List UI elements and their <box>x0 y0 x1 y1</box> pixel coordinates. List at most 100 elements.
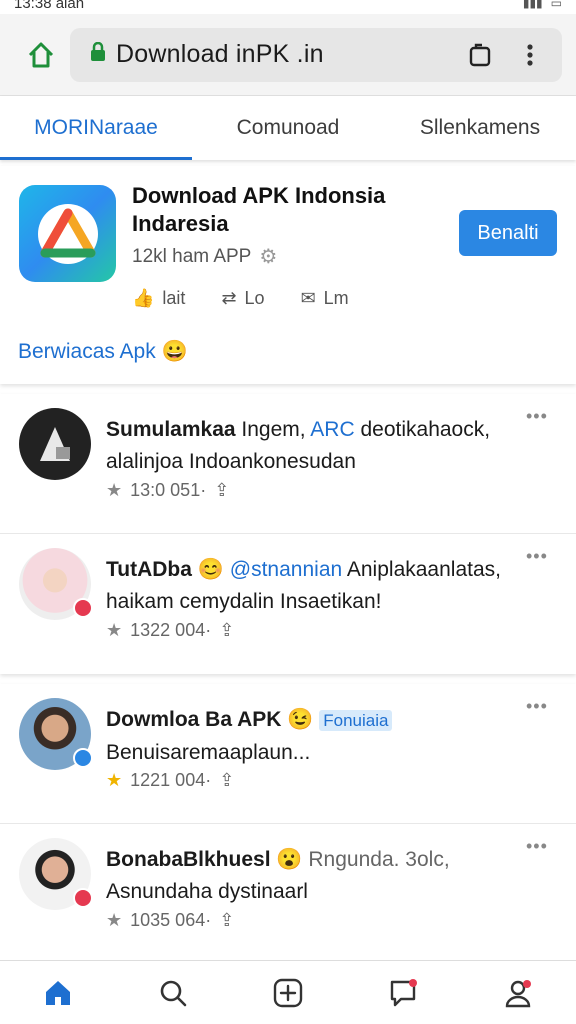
post-rest: Asnundaha dystinaarl <box>106 880 308 903</box>
home-icon <box>45 980 70 1005</box>
tab-2[interactable]: Sllenkamens <box>384 96 576 160</box>
more-options-button[interactable]: ••• <box>526 836 548 857</box>
post-item[interactable]: TutADba 😊 @stnannian Aniplakaanlatas, ha… <box>0 534 576 674</box>
post-group: Sumulamkaa Ingem, ARC deotikahaock, alal… <box>0 394 576 674</box>
tabs-button[interactable] <box>460 35 500 75</box>
post-tag[interactable]: Fonuiaia <box>319 710 393 731</box>
post-grey-text: Rngunda. 3olc, <box>308 848 450 871</box>
post-stats-text: 1035 064· <box>130 910 212 930</box>
post-text: Dowmloa Ba APK 😉 Fonuiaia Benuisaremaapl… <box>106 704 526 769</box>
post-stats-text: 13:0 051· <box>130 480 207 500</box>
nav-messages[interactable] <box>373 963 433 1023</box>
post-stats: ★ 1322 004· ⇪ <box>106 620 234 641</box>
more-options-button[interactable]: ••• <box>526 696 548 717</box>
browser-toolbar: Download inPK .in <box>0 14 576 96</box>
status-icons: ▮▮▮ ▭ <box>523 0 562 10</box>
avatar[interactable] <box>19 548 93 620</box>
nav-search[interactable] <box>143 963 203 1023</box>
post-stats-text: 1221 004· <box>130 770 212 790</box>
mail-icon: ✉ <box>300 288 316 308</box>
profile-icon <box>506 979 532 1007</box>
more-vertical-icon <box>527 43 533 66</box>
share-icon[interactable]: ⇪ <box>214 480 229 501</box>
signal-icon: ▮▮▮ <box>522 0 543 10</box>
gear-icon: ⚙ <box>259 246 278 268</box>
post-link[interactable]: ARC <box>310 418 354 441</box>
post-link[interactable]: @stnannian <box>230 558 342 581</box>
more-options-button[interactable]: ••• <box>526 406 548 427</box>
verified-badge-icon <box>73 598 93 618</box>
like-action[interactable]: 👍 lait <box>132 288 185 309</box>
add-icon <box>273 978 303 1007</box>
post-stats: ★ 1035 064· ⇪ <box>106 910 234 931</box>
share-icon[interactable]: ⇪ <box>219 770 234 791</box>
share-icon[interactable]: ⇪ <box>219 910 234 931</box>
search-icon <box>160 980 187 1006</box>
message-label: Lm <box>323 288 349 308</box>
post-group: Dowmloa Ba APK 😉 Fonuiaia Benuisaremaapl… <box>0 684 576 964</box>
app-card: Download APK Indonsia Indaresia 12kl ham… <box>0 166 576 384</box>
post-author: BonabaBlkhuesl <box>106 848 271 871</box>
app-title: Download APK Indonsia Indaresia <box>132 183 386 236</box>
app-actions: 👍 lait ⇄ Lo ✉ Lm <box>132 288 349 309</box>
star-icon: ★ <box>106 620 123 640</box>
app-logo-icon[interactable] <box>19 185 116 282</box>
post-stats: ★ 1221 004· ⇪ <box>106 770 234 791</box>
tabs-icon <box>469 43 491 66</box>
verified-badge-icon <box>73 748 93 768</box>
app-meta: 12kl ham APP ⚙ <box>132 244 277 269</box>
post-item[interactable]: Sumulamkaa Ingem, ARC deotikahaock, alal… <box>0 394 576 534</box>
post-item[interactable]: Dowmloa Ba APK 😉 Fonuiaia Benuisaremaapl… <box>0 684 576 824</box>
status-time: 13:38 alan <box>14 0 85 12</box>
repost-icon: ⇄ <box>221 288 237 308</box>
avatar[interactable] <box>19 698 93 770</box>
install-button[interactable]: Benalti <box>459 210 557 256</box>
post-feed: Sumulamkaa Ingem, ARC deotikahaock, alal… <box>0 394 576 974</box>
post-text: TutADba 😊 @stnannian Aniplakaanlatas, ha… <box>106 554 526 618</box>
lock-icon <box>90 41 106 67</box>
repost-label: Lo <box>244 288 265 308</box>
tab-0[interactable]: MORINaraae <box>0 96 192 160</box>
star-icon: ★ <box>106 910 123 930</box>
verified-badge-icon <box>73 888 93 908</box>
tab-1[interactable]: Comunoad <box>192 96 384 160</box>
star-icon: ★ <box>106 480 123 500</box>
url-text[interactable]: Download inPK .in <box>116 40 450 69</box>
address-bar[interactable]: Download inPK .in <box>70 27 562 82</box>
avatar[interactable] <box>19 408 91 480</box>
post-author: Dowmloa Ba APK <box>106 708 282 731</box>
emoji-icon: 😉 <box>287 708 314 731</box>
app-link[interactable]: Berwiacas Apk 😀 <box>18 340 188 364</box>
status-bar: 13:38 alan ▮▮▮ ▭ <box>0 0 576 14</box>
post-stats-text: 1322 004· <box>130 620 212 640</box>
more-options-button[interactable]: ••• <box>526 546 548 567</box>
emoji-icon: 😊 <box>197 558 224 581</box>
thumbs-up-icon: 👍 <box>132 288 155 308</box>
post-author: TutADba <box>106 558 192 581</box>
app-link-text: Berwiacas Apk <box>18 340 156 363</box>
message-icon <box>390 978 418 1006</box>
bottom-nav <box>0 960 576 1024</box>
post-text: BonabaBlkhuesl 😮 Rngunda. 3olc, Asnundah… <box>106 844 526 908</box>
post-author: Sumulamkaa <box>106 418 236 441</box>
battery-icon: ▭ <box>550 0 562 10</box>
nav-home[interactable] <box>28 963 88 1023</box>
nav-profile[interactable] <box>488 963 548 1023</box>
smile-emoji-icon: 😀 <box>161 340 188 363</box>
post-item[interactable]: BonabaBlkhuesl 😮 Rngunda. 3olc, Asnundah… <box>0 824 576 964</box>
home-icon <box>28 42 54 67</box>
nav-add[interactable] <box>258 963 318 1023</box>
post-text: Sumulamkaa Ingem, ARC deotikahaock, alal… <box>106 414 526 478</box>
message-action[interactable]: ✉ Lm <box>301 288 349 309</box>
avatar[interactable] <box>19 838 93 910</box>
post-rest: Benuisaremaaplaun... <box>106 741 311 764</box>
app-meta-text: 12kl ham APP <box>132 245 252 267</box>
post-body: Ingem, <box>241 418 306 441</box>
share-icon[interactable]: ⇪ <box>219 620 234 641</box>
menu-button[interactable] <box>510 35 550 75</box>
tab-bar: MORINaraae Comunoad Sllenkamens <box>0 96 576 160</box>
repost-action[interactable]: ⇄ Lo <box>221 288 264 309</box>
star-icon: ★ <box>106 770 123 790</box>
emoji-icon: 😮 <box>276 848 303 871</box>
home-button[interactable] <box>14 28 68 82</box>
